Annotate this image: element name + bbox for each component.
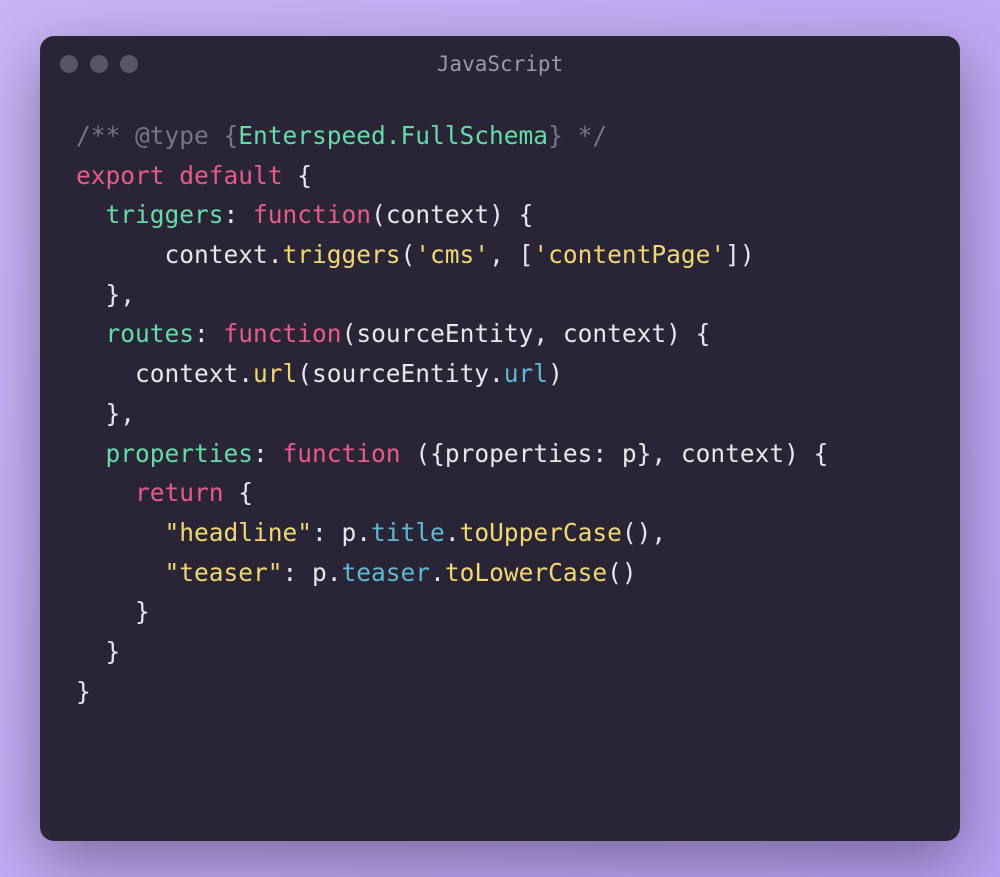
code-token: } xyxy=(76,597,150,626)
code-token: @type xyxy=(135,121,209,150)
code-line: "teaser": p.teaser.toLowerCase() xyxy=(76,553,924,593)
code-token: return xyxy=(135,478,224,507)
code-token: ) xyxy=(548,359,563,388)
code-line: export default { xyxy=(76,156,924,196)
code-token: default xyxy=(179,161,282,190)
code-token: context xyxy=(563,319,666,348)
code-token: function xyxy=(253,200,371,229)
code-line: }, xyxy=(76,275,924,315)
code-token: }, xyxy=(637,439,681,468)
code-token xyxy=(76,478,135,507)
code-token: : p. xyxy=(283,558,342,587)
code-token: } xyxy=(76,637,120,666)
code-line: }, xyxy=(76,394,924,434)
code-token: toUpperCase xyxy=(460,518,622,547)
code-token: ) { xyxy=(666,319,710,348)
code-line: "headline": p.title.toUpperCase(), xyxy=(76,513,924,553)
code-token xyxy=(76,439,106,468)
code-token: function xyxy=(224,319,342,348)
code-token: { xyxy=(224,478,254,507)
code-line: } xyxy=(76,632,924,672)
code-line: context.triggers('cms', ['contentPage']) xyxy=(76,235,924,275)
code-token: 'cms' xyxy=(415,240,489,269)
code-token: routes xyxy=(106,319,195,348)
code-token: url xyxy=(504,359,548,388)
maximize-icon[interactable] xyxy=(120,55,138,73)
code-token: (sourceEntity. xyxy=(297,359,504,388)
code-line: return { xyxy=(76,473,924,513)
code-token: function xyxy=(283,439,401,468)
code-token: export xyxy=(76,161,165,190)
code-token xyxy=(165,161,180,190)
close-icon[interactable] xyxy=(60,55,78,73)
code-line: routes: function(sourceEntity, context) … xyxy=(76,314,924,354)
code-token: : xyxy=(253,439,283,468)
traffic-lights xyxy=(60,55,138,73)
code-token: toLowerCase xyxy=(445,558,607,587)
code-token: : xyxy=(194,319,224,348)
code-token: Enterspeed.FullSchema xyxy=(238,121,548,150)
code-token: p xyxy=(622,439,637,468)
code-token: /** xyxy=(76,121,135,150)
code-token: . xyxy=(430,558,445,587)
code-token: : xyxy=(224,200,254,229)
code-token: : p. xyxy=(312,518,371,547)
code-line: /** @type {Enterspeed.FullSchema} */ xyxy=(76,116,924,156)
code-token xyxy=(76,200,106,229)
code-token: } xyxy=(76,677,91,706)
code-token: teaser xyxy=(342,558,431,587)
window-titlebar: JavaScript xyxy=(40,36,960,92)
code-token: , [ xyxy=(489,240,533,269)
code-token: , xyxy=(533,319,563,348)
code-token: ) { xyxy=(489,200,533,229)
code-token: }, xyxy=(76,280,135,309)
code-token: . xyxy=(445,518,460,547)
code-token: () xyxy=(607,558,637,587)
code-window: JavaScript /** @type {Enterspeed.FullSch… xyxy=(40,36,960,841)
minimize-icon[interactable] xyxy=(90,55,108,73)
code-line: } xyxy=(76,592,924,632)
code-line: context.url(sourceEntity.url) xyxy=(76,354,924,394)
code-editor[interactable]: /** @type {Enterspeed.FullSchema} */expo… xyxy=(40,92,960,841)
code-token: url xyxy=(253,359,297,388)
code-token: ) { xyxy=(784,439,828,468)
code-token: ( xyxy=(401,240,416,269)
code-token: }, xyxy=(76,399,135,428)
code-token: title xyxy=(371,518,445,547)
code-token: properties xyxy=(445,439,593,468)
code-token: { xyxy=(209,121,239,150)
code-token: ]) xyxy=(725,240,755,269)
code-line: triggers: function(context) { xyxy=(76,195,924,235)
code-token: ( xyxy=(371,200,386,229)
code-token xyxy=(76,518,165,547)
code-token: "headline" xyxy=(165,518,313,547)
code-token: ({ xyxy=(401,439,445,468)
code-token: ( xyxy=(342,319,357,348)
code-token: sourceEntity xyxy=(356,319,533,348)
code-token: : xyxy=(592,439,622,468)
code-token: } */ xyxy=(548,121,607,150)
code-token: (), xyxy=(622,518,666,547)
code-token: context. xyxy=(76,359,253,388)
code-token: { xyxy=(283,161,313,190)
window-title: JavaScript xyxy=(437,52,563,76)
code-token: context. xyxy=(76,240,283,269)
code-token: context xyxy=(681,439,784,468)
code-token: properties xyxy=(106,439,254,468)
code-token xyxy=(76,558,165,587)
code-token: triggers xyxy=(283,240,401,269)
code-token: "teaser" xyxy=(165,558,283,587)
code-token: context xyxy=(386,200,489,229)
code-token xyxy=(76,319,106,348)
code-token: triggers xyxy=(106,200,224,229)
code-line: } xyxy=(76,672,924,712)
code-token: 'contentPage' xyxy=(533,240,725,269)
code-line: properties: function ({properties: p}, c… xyxy=(76,434,924,474)
